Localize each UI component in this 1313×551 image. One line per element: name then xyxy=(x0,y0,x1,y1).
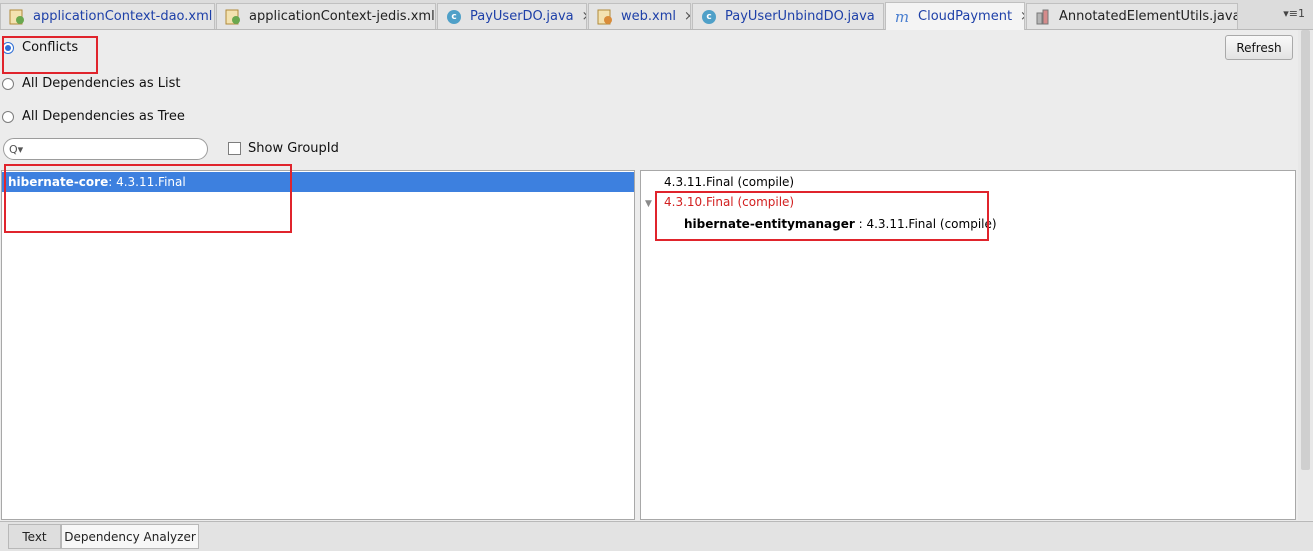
editor-tab-bar: applicationContext-dao.xml × application… xyxy=(0,0,1313,30)
close-icon[interactable]: × xyxy=(883,9,884,24)
xml-spring-icon xyxy=(225,9,241,25)
tab-annotatedelementutils[interactable]: AnnotatedElementUtils.java × xyxy=(1026,3,1238,29)
expand-triangle-icon[interactable]: ▼ xyxy=(645,199,652,209)
bottom-tab-bar: Text Dependency Analyzer xyxy=(0,521,1313,551)
tab-applicationcontext-dao[interactable]: applicationContext-dao.xml × xyxy=(0,3,215,29)
tab-label: PayUserUnbindDO.java xyxy=(725,9,875,24)
show-groupid-option[interactable]: Show GroupId xyxy=(228,141,339,156)
child-artifact-version: : 4.3.11.Final (compile) xyxy=(854,217,997,231)
child-artifact-id: hibernate-entitymanager xyxy=(684,217,855,231)
search-field[interactable]: Q▾ xyxy=(3,138,208,160)
list-item[interactable]: hibernate-core : 4.3.11.Final xyxy=(2,172,634,192)
tab-web-xml[interactable]: web.xml × xyxy=(588,3,691,29)
refresh-button[interactable]: Refresh xyxy=(1225,35,1293,60)
close-icon[interactable]: × xyxy=(582,9,586,24)
show-groupid-label: Show GroupId xyxy=(248,141,339,156)
scrollbar-thumb[interactable] xyxy=(1301,30,1310,470)
tab-applicationcontext-jedis[interactable]: applicationContext-jedis.xml × xyxy=(216,3,436,29)
resolved-version[interactable]: 4.3.11.Final (compile) xyxy=(664,175,794,189)
option-label: Conflicts xyxy=(22,40,79,55)
tab-label: PayUserDO.java xyxy=(470,9,574,24)
conflict-version[interactable]: 4.3.10.Final (compile) xyxy=(664,195,794,209)
close-icon[interactable]: × xyxy=(1020,9,1024,24)
close-icon[interactable]: × xyxy=(684,9,690,24)
option-all-dependencies-list[interactable]: All Dependencies as List xyxy=(2,76,181,91)
tab-label: web.xml xyxy=(621,9,676,24)
java-class-icon: c xyxy=(701,9,717,25)
tab-cloudpayment[interactable]: m CloudPayment × xyxy=(885,2,1025,30)
tab-dependency-analyzer[interactable]: Dependency Analyzer xyxy=(61,524,199,549)
tab-text[interactable]: Text xyxy=(8,524,61,549)
radio-list[interactable] xyxy=(2,77,14,90)
tab-label: applicationContext-jedis.xml xyxy=(249,9,435,24)
tab-list-menu-icon[interactable]: ▾≡1 xyxy=(1283,7,1305,20)
show-groupid-checkbox[interactable] xyxy=(228,142,241,155)
option-label: All Dependencies as List xyxy=(22,76,181,91)
tab-payuserunbinddo[interactable]: c PayUserUnbindDO.java × xyxy=(692,3,884,29)
option-all-dependencies-tree[interactable]: All Dependencies as Tree xyxy=(2,109,185,124)
tab-label: AnnotatedElementUtils.java xyxy=(1059,9,1238,24)
radio-conflicts[interactable] xyxy=(2,41,14,54)
artifact-id: hibernate-core xyxy=(8,175,109,189)
tree-child-item[interactable]: hibernate-entitymanager : 4.3.11.Final (… xyxy=(684,217,997,231)
artifact-version: : 4.3.11.Final xyxy=(108,175,186,189)
search-icon[interactable]: Q▾ xyxy=(9,143,23,156)
java-library-icon xyxy=(1035,9,1051,25)
radio-tree[interactable] xyxy=(2,110,14,123)
tab-label: CloudPayment xyxy=(918,9,1013,24)
option-label: All Dependencies as Tree xyxy=(22,109,185,124)
java-class-icon: c xyxy=(446,9,462,25)
option-conflicts[interactable]: Conflicts xyxy=(2,40,78,55)
search-input[interactable] xyxy=(27,141,207,157)
maven-icon: m xyxy=(894,7,910,26)
tab-payuserdo[interactable]: c PayUserDO.java × xyxy=(437,3,587,29)
xml-file-icon xyxy=(597,9,613,25)
xml-spring-icon xyxy=(9,9,25,25)
conflict-list-panel: hibernate-core : 4.3.11.Final xyxy=(1,170,635,520)
tab-label: applicationContext-dao.xml xyxy=(33,9,213,24)
dependency-tree-panel: 4.3.11.Final (compile) ▼ 4.3.10.Final (c… xyxy=(640,170,1296,520)
